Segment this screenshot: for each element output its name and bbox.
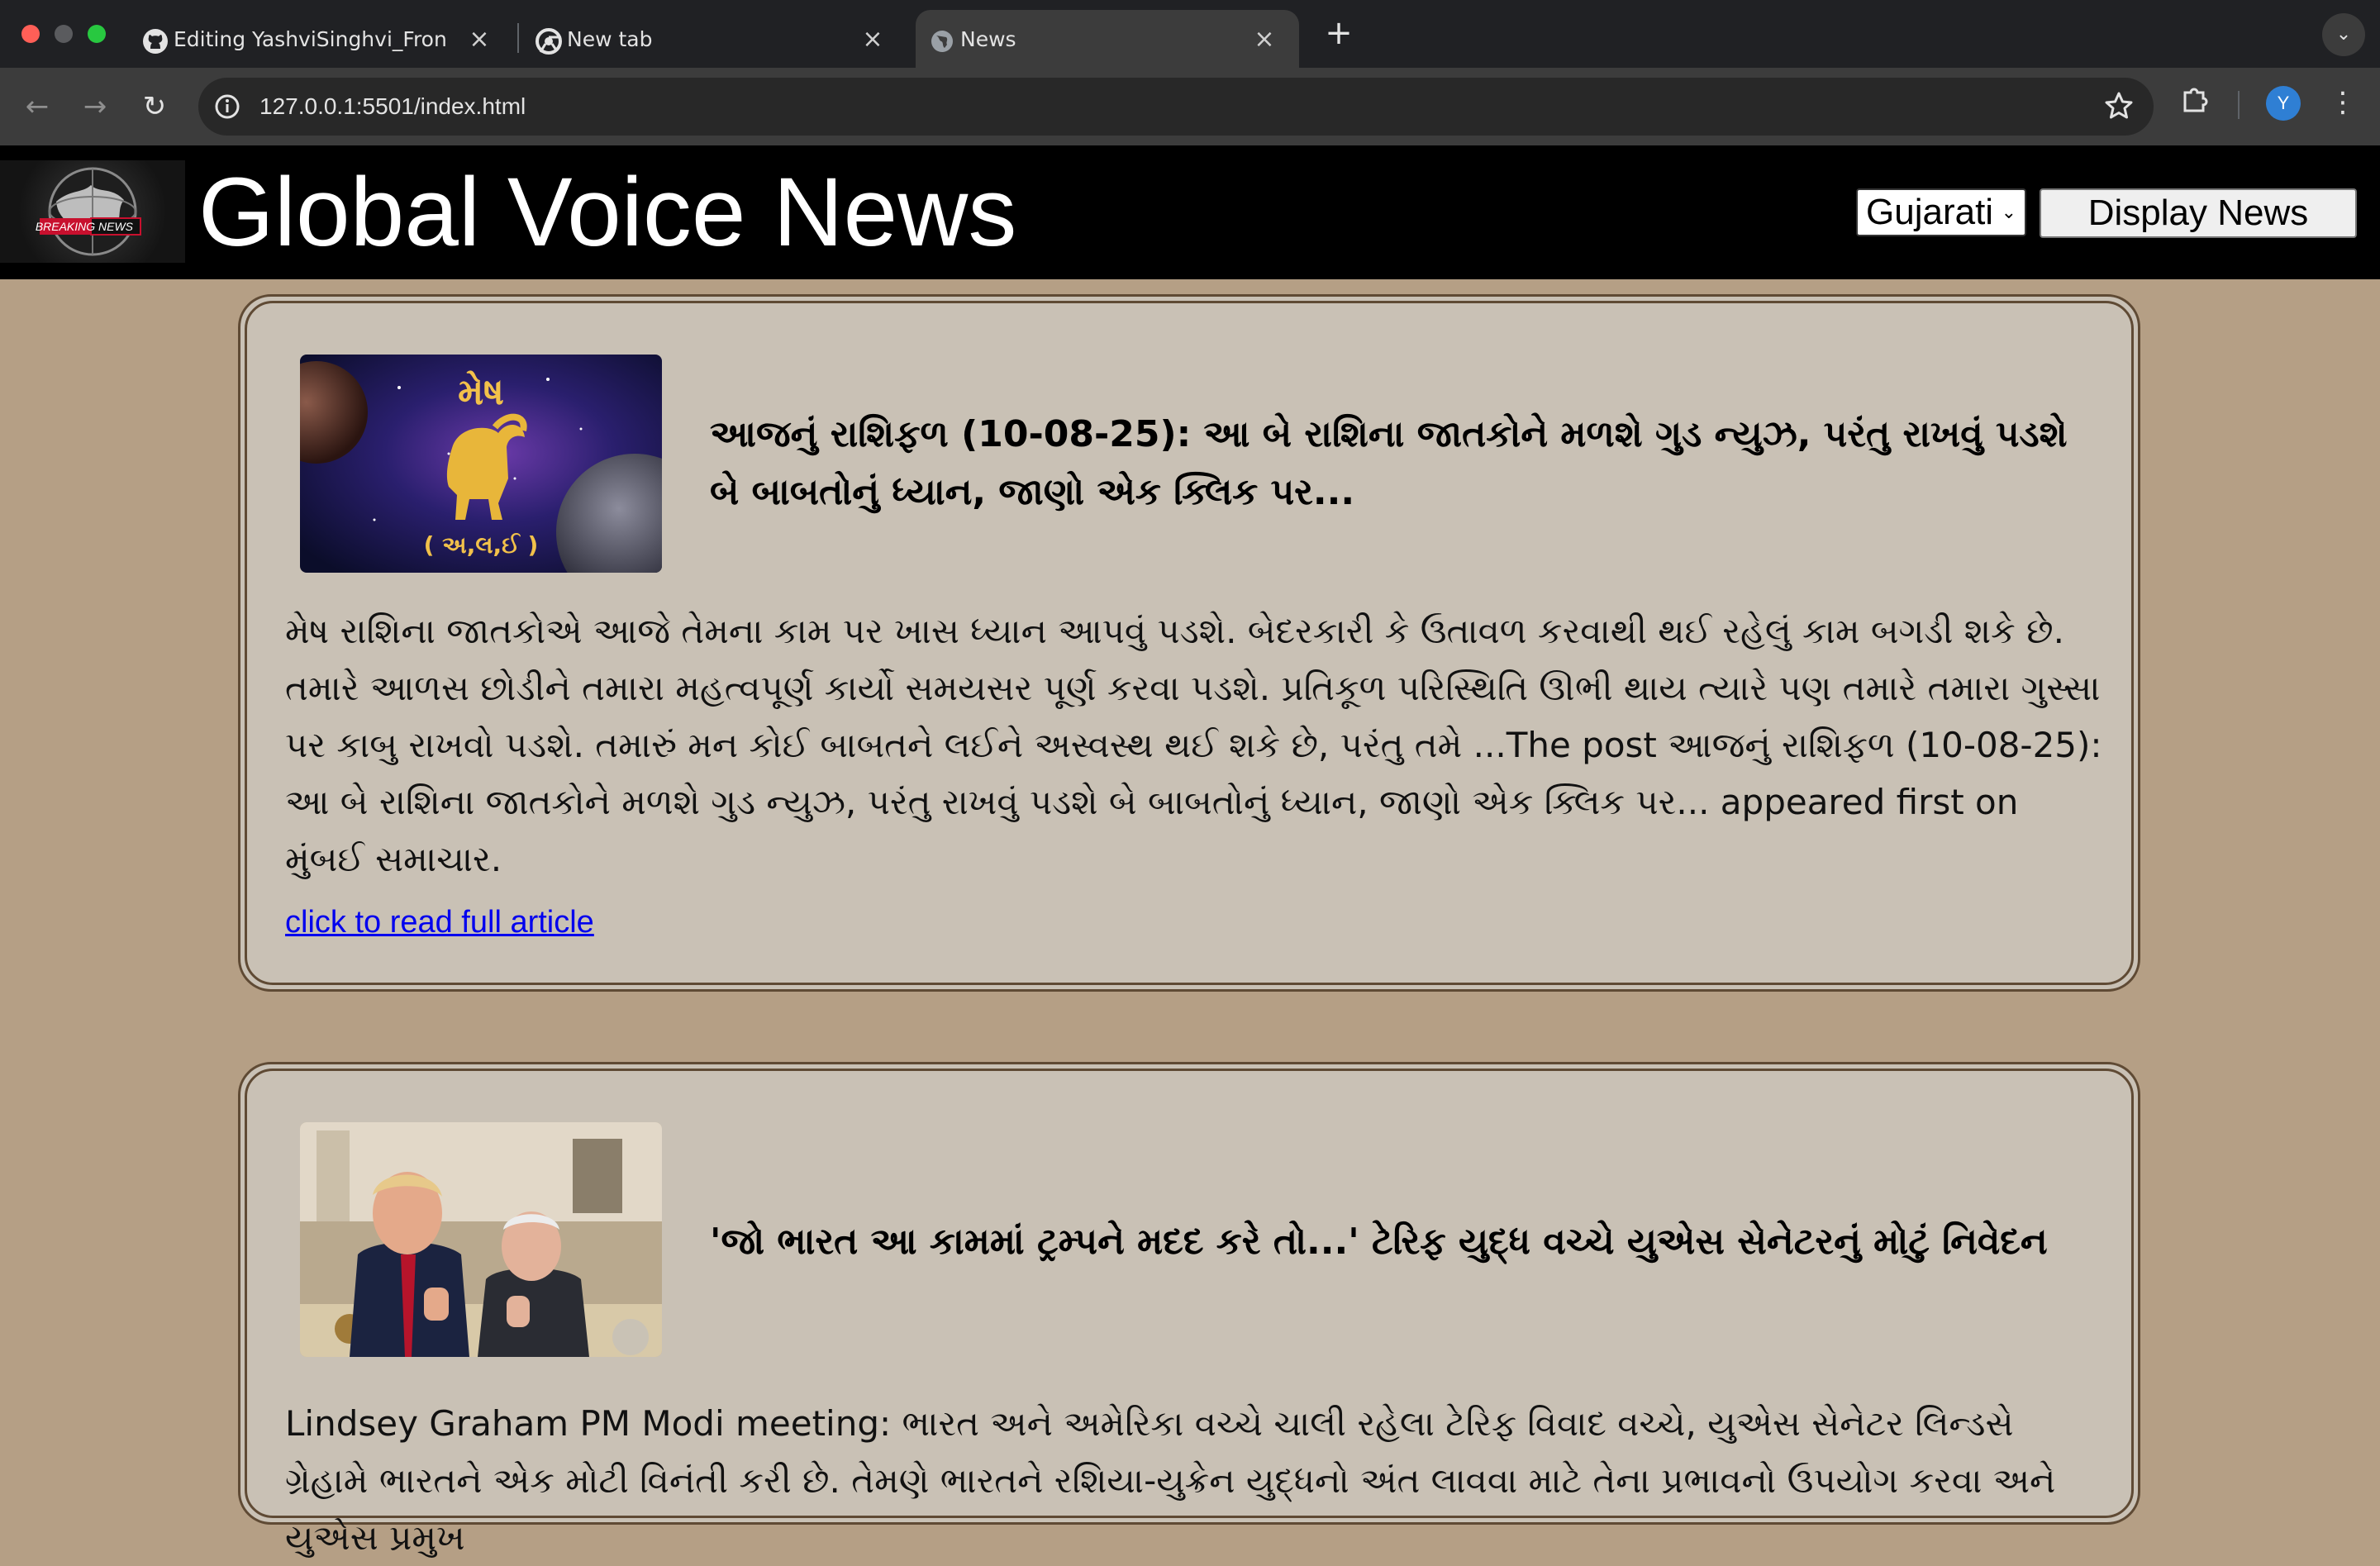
chrome-icon	[536, 28, 562, 55]
article-description: Lindsey Graham PM Modi meeting: ભારત અને…	[285, 1403, 2056, 1558]
reload-icon[interactable]: ↻	[136, 88, 174, 126]
close-icon[interactable]: ×	[859, 26, 886, 53]
article-title: 'જો ભારત આ કામમાં ટ્રમ્પને મદદ કરે તો...…	[710, 1221, 2048, 1263]
image-text-sign: મેષ	[458, 370, 504, 413]
url-text[interactable]: 127.0.0.1:5501/index.html	[259, 78, 526, 136]
profile-avatar[interactable]: Y	[2266, 86, 2301, 121]
site-info-icon[interactable]	[212, 91, 243, 122]
read-full-article-link[interactable]: click to read full article	[285, 905, 594, 940]
tab-news[interactable]: News ×	[916, 10, 1299, 68]
article-description: મેષ રાશિના જાતકોએ આજે તેમના કામ પર ખાસ ધ…	[285, 611, 2102, 879]
language-select[interactable]: Gujarati ⌄	[1856, 188, 2026, 236]
globe-icon	[931, 31, 953, 52]
tab-title: Editing YashviSinghvi_Fronte	[174, 26, 446, 51]
logo-text-breaking: BREAKING	[36, 220, 95, 233]
news-card: 'જો ભારત આ કામમાં ટ્રમ્પને મદદ કરે તો...…	[238, 1062, 2140, 1558]
article-title: આજનું રાશિફળ (10-08-25): આ બે રાશિના જાત…	[710, 413, 2068, 513]
browser-tab-bar: Editing YashviSinghvi_Fronte × New tab ×…	[0, 0, 2380, 68]
browser-toolbar: ← → ↻ 127.0.0.1:5501/index.html	[0, 68, 2380, 145]
bookmark-star-icon[interactable]	[2102, 89, 2135, 122]
toolbar-separator	[2238, 91, 2240, 119]
tab-title: News	[960, 26, 1016, 51]
window-minimize-button[interactable]	[55, 25, 73, 43]
news-card: મેષ ( અ,લ,ઈ ) આજનું રાશિફળ (10-08-25): આ…	[238, 294, 2140, 992]
breaking-news-logo: BREAKING NEWS	[0, 160, 185, 263]
extensions-puzzle-icon[interactable]	[2178, 83, 2211, 116]
chevron-down-icon: ⌄	[2001, 202, 2016, 222]
forward-arrow-icon[interactable]: →	[76, 88, 114, 126]
window-close-button[interactable]	[21, 25, 40, 43]
language-select-value: Gujarati	[1866, 192, 1994, 232]
new-tab-button[interactable]: +	[1319, 13, 1359, 53]
back-arrow-icon[interactable]: ←	[18, 88, 56, 126]
article-image-aries: મેષ ( અ,લ,ઈ )	[300, 355, 662, 573]
site-title: Global Voice News	[198, 158, 1017, 267]
close-icon[interactable]: ×	[1251, 26, 1278, 53]
article-image-photo	[300, 1122, 662, 1357]
tab-new-tab[interactable]: New tab ×	[522, 10, 907, 68]
tab-title: New tab	[567, 26, 653, 51]
window-zoom-button[interactable]	[88, 25, 106, 43]
close-icon[interactable]: ×	[466, 26, 493, 53]
image-text-letters: ( અ,લ,ઈ )	[424, 531, 539, 559]
tab-separator	[517, 23, 519, 53]
display-news-button[interactable]: Display News	[2040, 188, 2357, 238]
tab-editing-github[interactable]: Editing YashviSinghvi_Fronte ×	[129, 10, 514, 68]
more-menu-icon[interactable]: ⋮	[2329, 83, 2357, 122]
github-icon	[143, 29, 168, 54]
logo-text-news: NEWS	[98, 220, 134, 233]
tab-search-button[interactable]: ⌄	[2322, 13, 2365, 56]
address-bar[interactable]: 127.0.0.1:5501/index.html	[198, 78, 2154, 136]
site-header: BREAKING NEWS Global Voice News Gujarati…	[0, 145, 2380, 279]
